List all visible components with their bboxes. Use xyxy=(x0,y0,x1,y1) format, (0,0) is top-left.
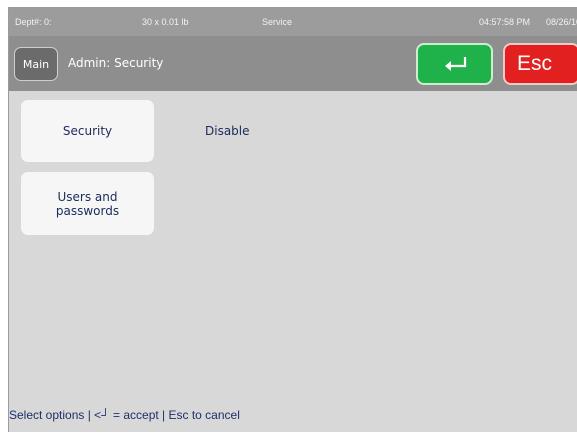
mode-status: Service xyxy=(262,17,293,27)
time-status: 04:57:58 PM xyxy=(479,17,531,27)
header-bar: Main Admin: Security Esc xyxy=(9,36,577,91)
page-title: Admin: Security xyxy=(68,56,164,70)
enter-return-icon xyxy=(445,57,467,71)
security-option-value: Disable xyxy=(205,124,250,138)
users-and-passwords-option-label: Users and passwords xyxy=(55,189,120,218)
footer-hint: Select options | <┘ = accept | Esc to ca… xyxy=(9,408,240,422)
security-option-button[interactable]: Security xyxy=(21,100,154,162)
security-option-label: Security xyxy=(62,124,113,138)
screen: Dept#: 0: 30 x 0.01 lb Service 04:57:58 … xyxy=(8,7,577,432)
dept-status: Dept#: 0: xyxy=(15,17,52,27)
users-and-passwords-option-button[interactable]: Users and passwords xyxy=(21,172,154,235)
main-button[interactable]: Main xyxy=(14,47,58,81)
date-status: 08/26/10 xyxy=(546,17,577,27)
esc-button[interactable]: Esc xyxy=(503,43,577,85)
accept-button[interactable] xyxy=(416,43,493,85)
weight-status: 30 x 0.01 lb xyxy=(142,17,189,27)
status-bar: Dept#: 0: 30 x 0.01 lb Service 04:57:58 … xyxy=(9,8,577,36)
